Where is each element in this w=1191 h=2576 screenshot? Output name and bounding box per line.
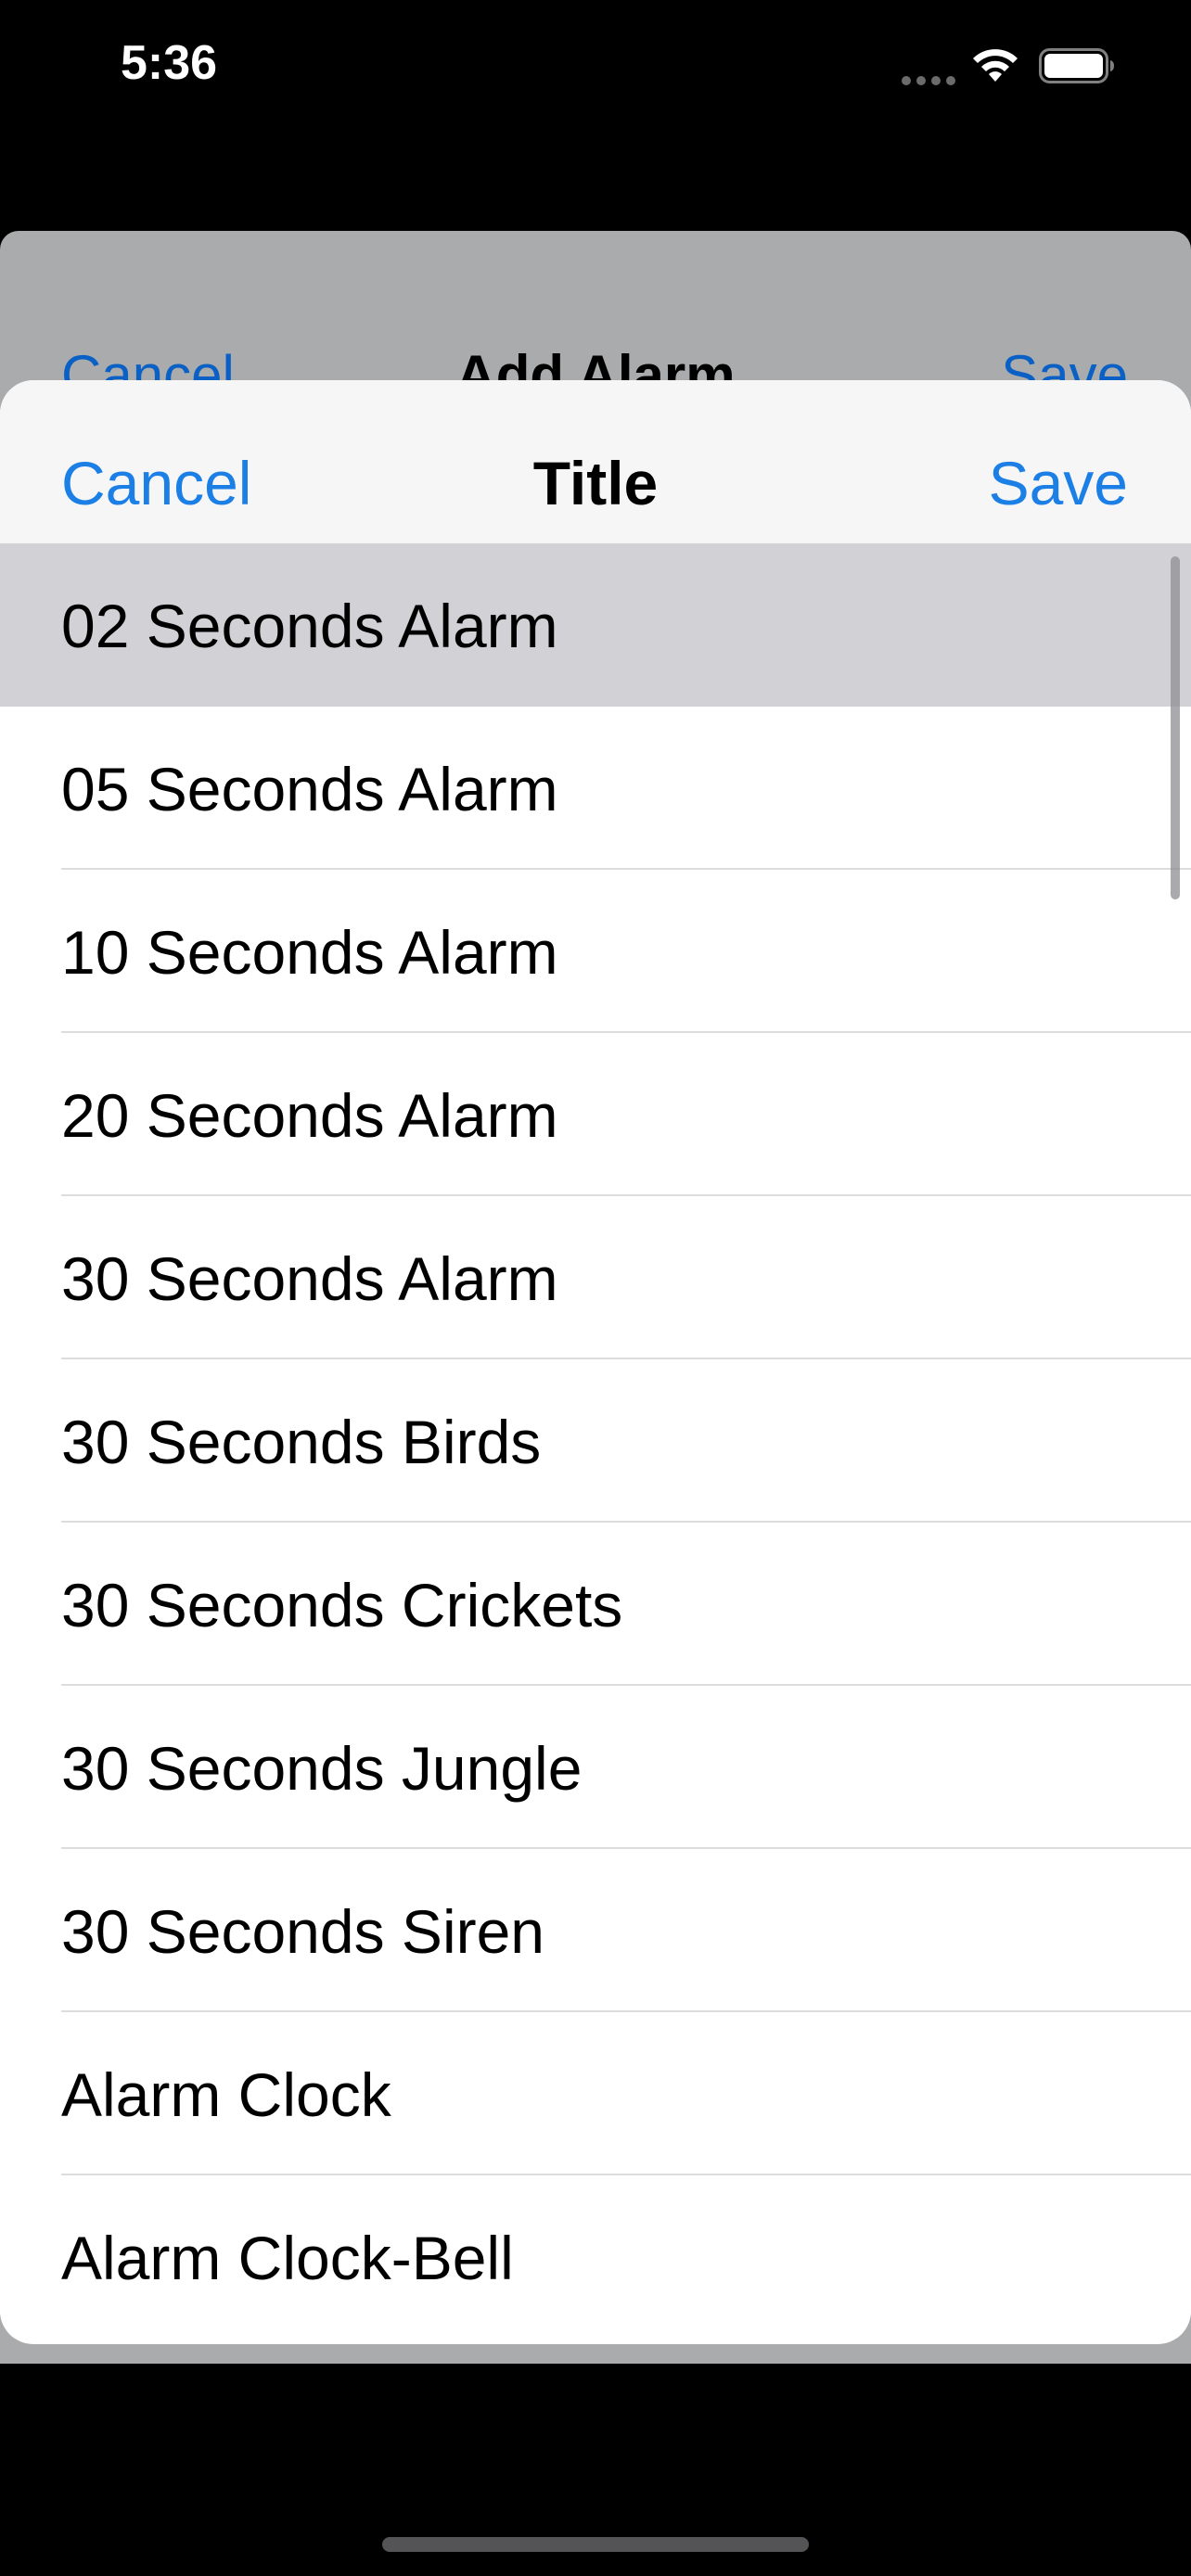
list-item-label: 30 Seconds Birds bbox=[61, 1408, 542, 1476]
title-picker-sheet: Cancel Title Save 02 Seconds Alarm 05 Se… bbox=[0, 380, 1191, 2344]
screen: 5:36 Cancel Add Alarm Save Cancel Title … bbox=[0, 0, 1191, 2576]
list-item-label: Alarm Clock bbox=[61, 2060, 391, 2129]
list-item[interactable]: 30 Seconds Alarm bbox=[0, 1196, 1191, 1359]
save-button[interactable]: Save bbox=[989, 453, 1128, 514]
cellular-signal-icon bbox=[902, 76, 955, 85]
list-item-label: 20 Seconds Alarm bbox=[61, 1081, 558, 1150]
battery-icon bbox=[1039, 48, 1114, 83]
list-item[interactable]: 30 Seconds Jungle bbox=[0, 1686, 1191, 1849]
list-item[interactable]: 20 Seconds Alarm bbox=[0, 1033, 1191, 1196]
list-item[interactable]: 30 Seconds Birds bbox=[0, 1359, 1191, 1523]
list-item-label: 05 Seconds Alarm bbox=[61, 755, 558, 823]
list-item-label: Alarm Clock-Bell bbox=[61, 2224, 514, 2292]
list-item[interactable]: 30 Seconds Siren bbox=[0, 1849, 1191, 2012]
background-nav-bar: Cancel Add Alarm Save bbox=[0, 231, 1191, 403]
scroll-indicator[interactable] bbox=[1171, 556, 1180, 899]
list-item[interactable]: Alarm Clock bbox=[0, 2012, 1191, 2175]
list-item[interactable]: 05 Seconds Alarm bbox=[0, 707, 1191, 870]
list-item[interactable]: 30 Seconds Crickets bbox=[0, 1523, 1191, 1686]
list-item[interactable]: Alarm Clock-Bell bbox=[0, 2175, 1191, 2339]
wifi-icon bbox=[973, 49, 1018, 82]
list-item-label: 30 Seconds Jungle bbox=[61, 1734, 583, 1803]
list-item[interactable]: 02 Seconds Alarm bbox=[0, 543, 1191, 707]
list-item-label: 10 Seconds Alarm bbox=[61, 918, 558, 987]
nav-bar: Cancel Title Save bbox=[0, 380, 1191, 543]
list-item-label: 30 Seconds Alarm bbox=[61, 1244, 558, 1313]
list-item[interactable]: 10 Seconds Alarm bbox=[0, 870, 1191, 1033]
sound-list: 02 Seconds Alarm 05 Seconds Alarm 10 Sec… bbox=[0, 543, 1191, 2339]
status-time: 5:36 bbox=[121, 36, 218, 90]
list-item-label: 30 Seconds Crickets bbox=[61, 1571, 623, 1639]
list-item-label: 30 Seconds Siren bbox=[61, 1897, 545, 1966]
home-indicator[interactable] bbox=[382, 2537, 809, 2552]
list-item-label: 02 Seconds Alarm bbox=[61, 592, 558, 660]
status-bar: 5:36 bbox=[0, 0, 1191, 130]
